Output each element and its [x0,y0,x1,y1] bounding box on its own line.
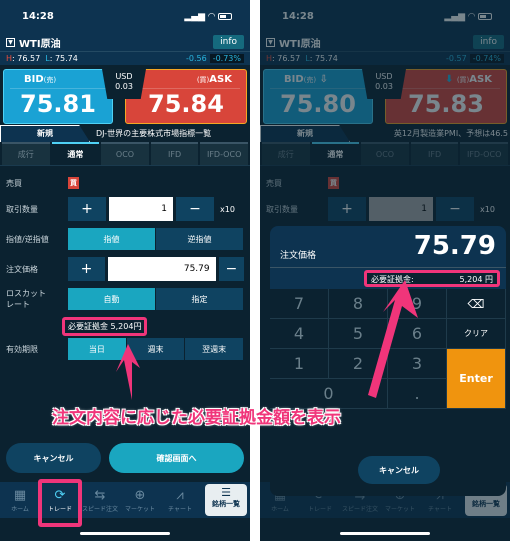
arrow-right [368,280,418,398]
annotation-caption: 注文内容に応じた必要証拠金額を表示 [52,408,341,428]
arrow-left [116,344,140,400]
annotation-arrows [116,280,418,400]
